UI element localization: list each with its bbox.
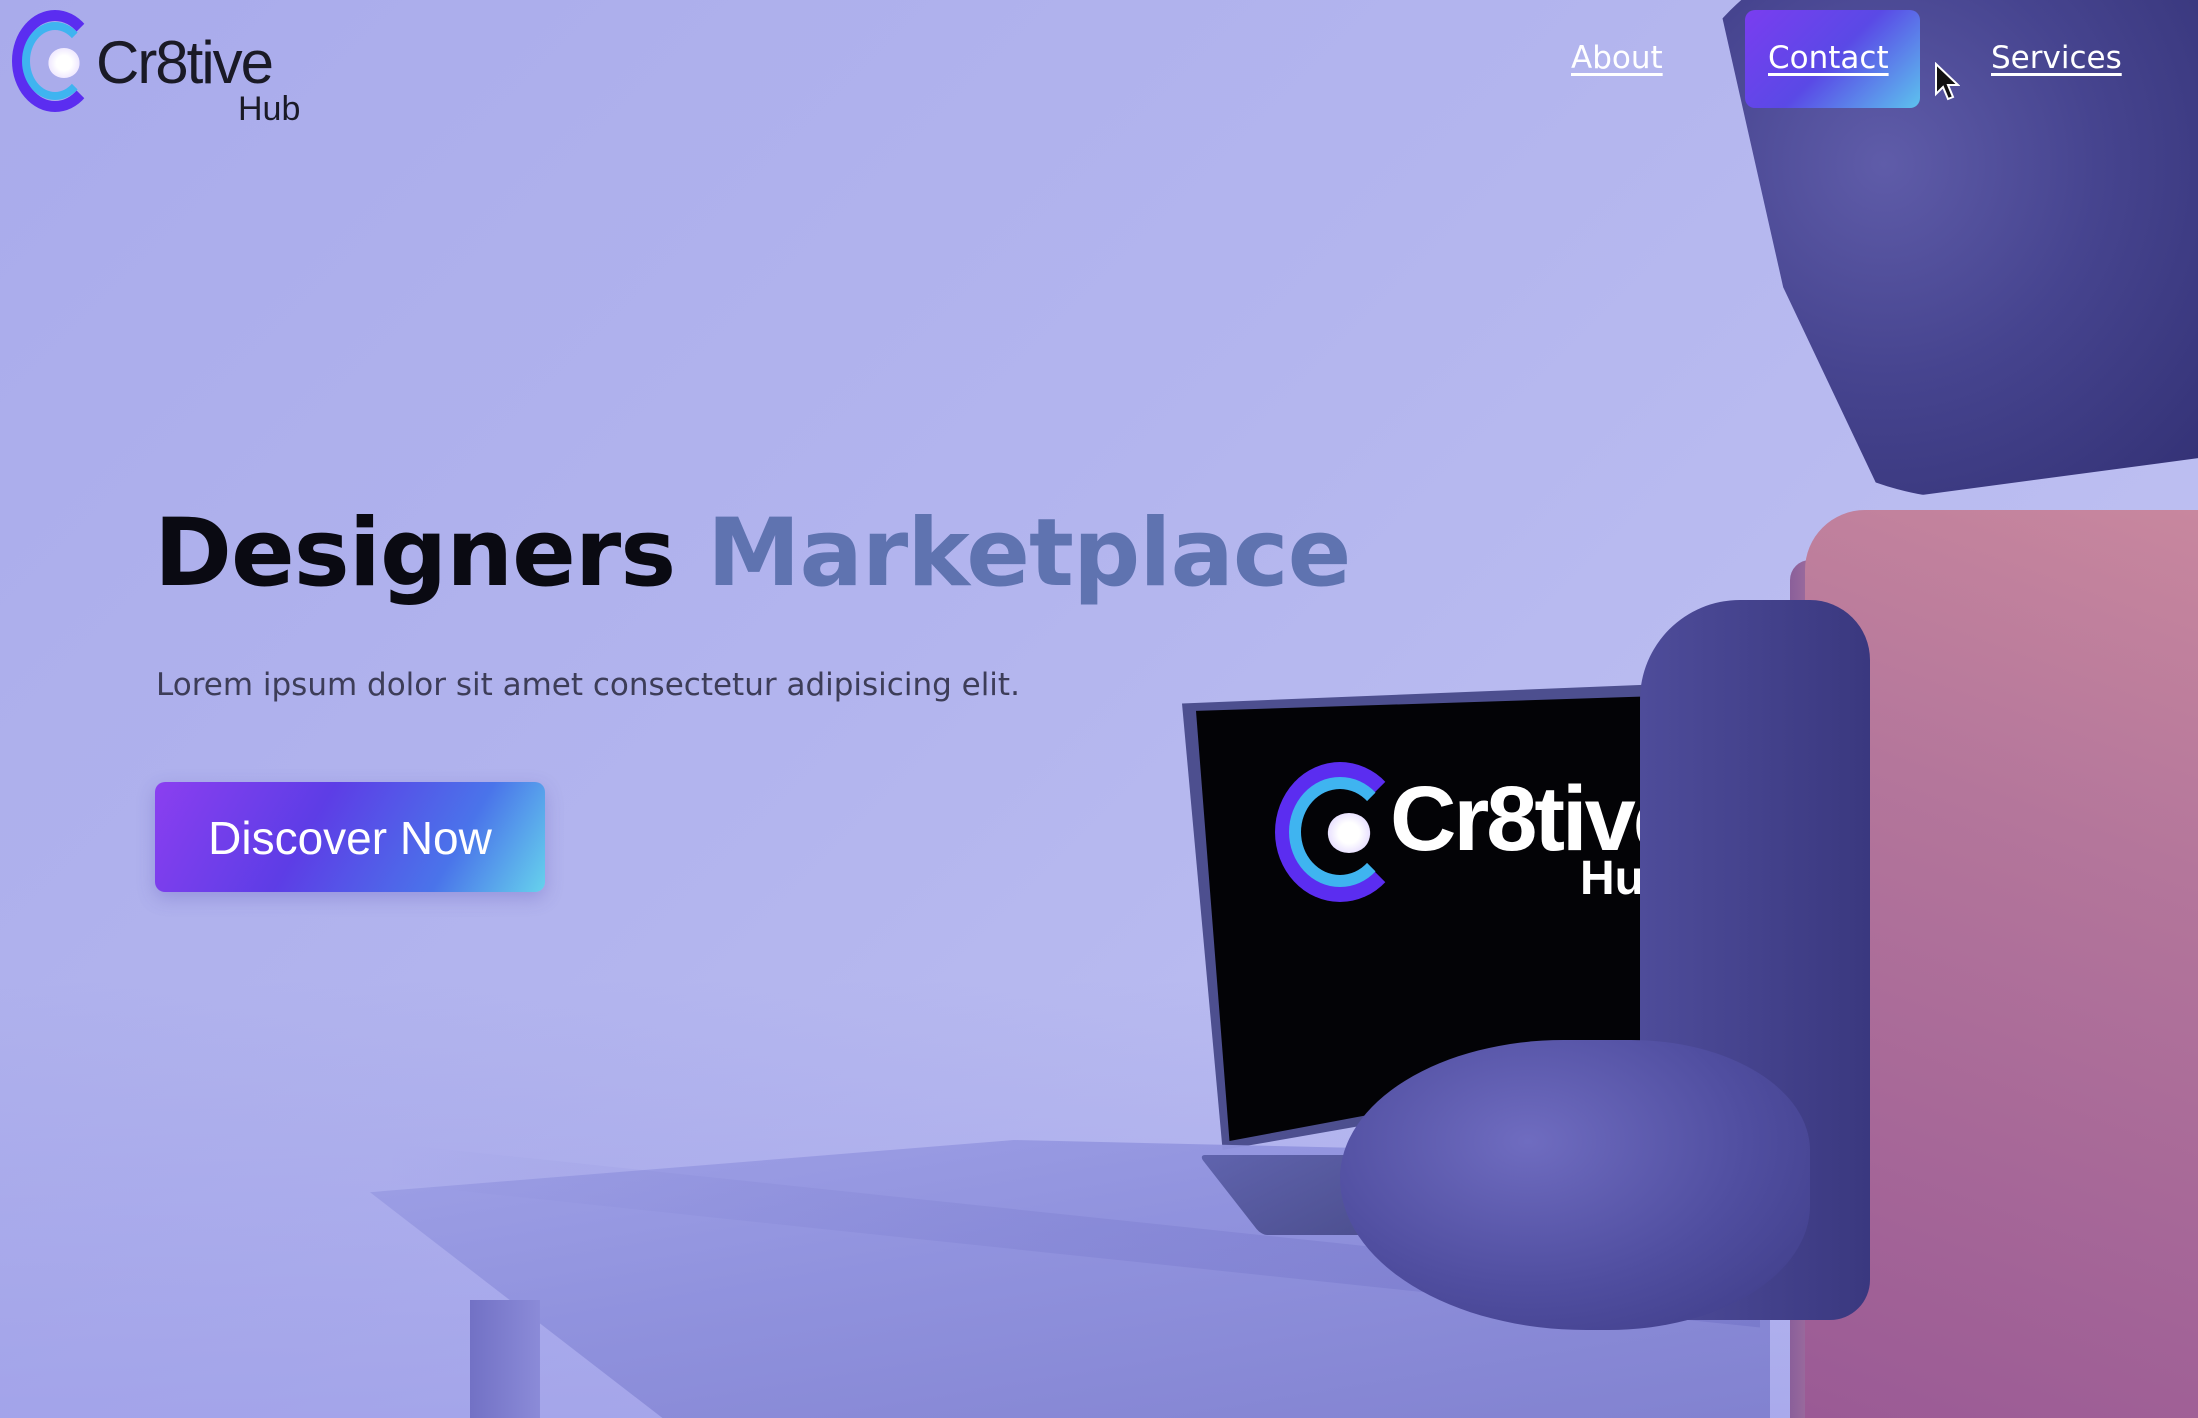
- landing-page: Cr8tive Hub Cr8tive Hub About Contact Se…: [0, 0, 2198, 1418]
- logo-name: Cr8tive: [96, 29, 274, 96]
- hero-title-accent: Marketplace: [706, 499, 1351, 608]
- nav-link-services[interactable]: Services: [1991, 38, 2122, 78]
- hero-background-scene: Cr8tive Hub: [0, 0, 2198, 1418]
- hero-title: Designers Marketplace: [154, 499, 1351, 608]
- site-logo[interactable]: Cr8tive Hub: [12, 8, 312, 128]
- hero-title-main: Designers: [154, 499, 676, 608]
- nav-link-about[interactable]: About: [1571, 38, 1663, 78]
- mouse-cursor-icon: [1935, 62, 1960, 101]
- desk-leg: [470, 1300, 540, 1418]
- logo-cloud-icon: [48, 48, 80, 78]
- logo-cloud-icon: [1327, 813, 1371, 853]
- laptop-screen-logo: Cr8tive Hub: [1275, 757, 1695, 917]
- discover-now-button[interactable]: Discover Now: [155, 782, 545, 892]
- hero-subtitle: Lorem ipsum dolor sit amet consectetur a…: [156, 667, 1020, 703]
- logo-sub: Hub: [238, 90, 301, 128]
- nav-link-contact[interactable]: Contact: [1768, 38, 1889, 78]
